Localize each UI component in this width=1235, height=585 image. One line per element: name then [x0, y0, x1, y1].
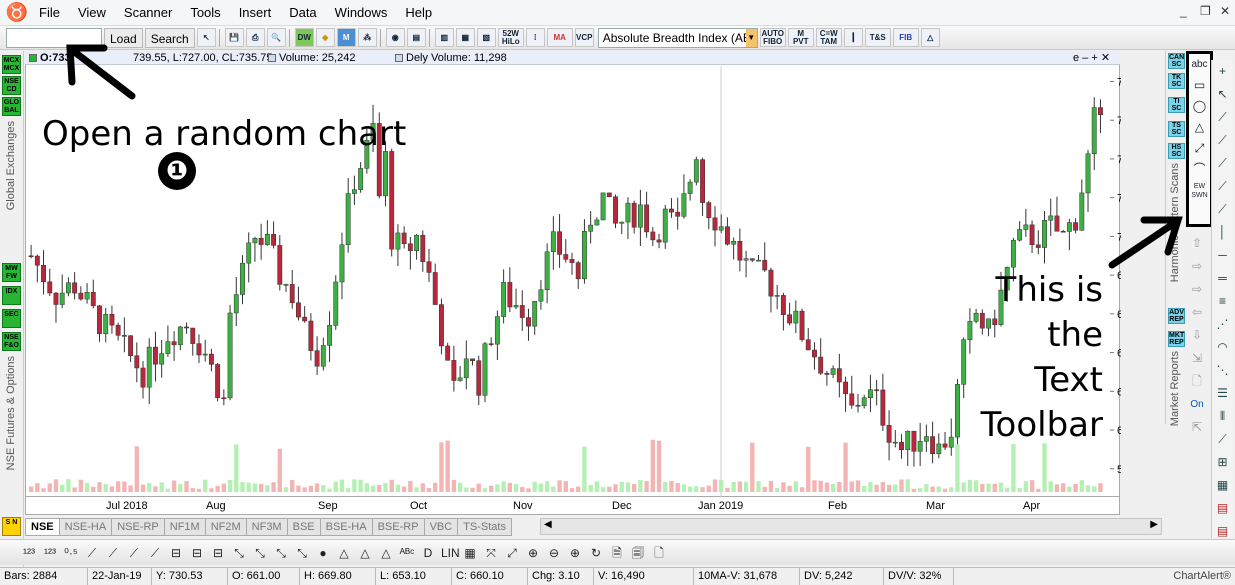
- annotation-step-number: ❶: [158, 152, 196, 190]
- annotation-open-chart: Open a random chart: [42, 114, 407, 154]
- annotation-text-toolbar: This is the Text Toolbar: [980, 270, 1103, 445]
